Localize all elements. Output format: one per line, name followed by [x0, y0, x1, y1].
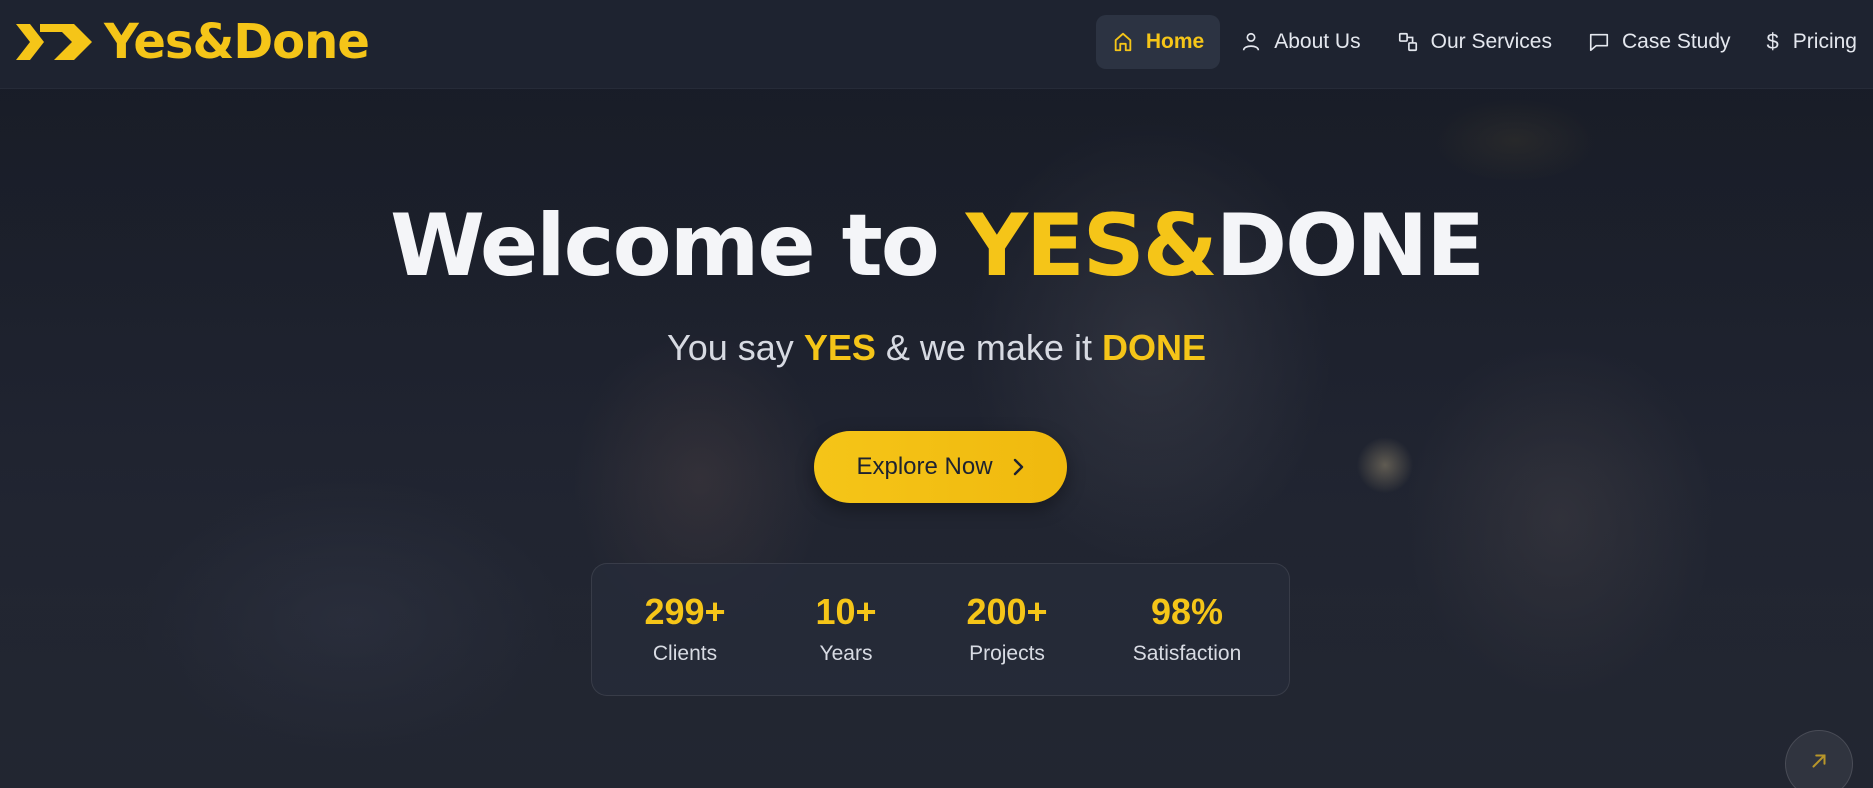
hero-subtitle: You say YES & we make it DONE [0, 324, 1873, 372]
nav-label-pricing: Pricing [1792, 30, 1857, 53]
stat-satisfaction: 98% Satisfaction [1107, 590, 1267, 666]
stat-value: 200+ [966, 591, 1048, 632]
nav-item-case-study[interactable]: Case Study [1572, 15, 1747, 69]
stat-value: 98% [1150, 591, 1224, 632]
logo-mark-icon [16, 24, 92, 60]
explore-now-label: Explore Now [856, 453, 993, 480]
home-icon [1112, 31, 1134, 53]
stat-label: Clients [652, 642, 718, 665]
stat-label: Satisfaction [1132, 642, 1242, 665]
nav-item-home[interactable]: Home [1095, 15, 1221, 69]
hero-subtitle-part-a: You say [667, 327, 794, 368]
nav-label-our-services: Our Services [1430, 30, 1552, 53]
arrow-up-right-icon [1812, 754, 1826, 768]
stat-years: 10+ Years [766, 590, 926, 666]
stat-label: Years [819, 642, 873, 665]
nav-label-about-us: About Us [1274, 30, 1361, 53]
stat-clients: 299+ Clients [605, 590, 765, 666]
nav-label-home: Home [1145, 30, 1205, 53]
hero-subtitle-done: DONE [1101, 327, 1206, 368]
dollar-icon: $ [1766, 29, 1779, 54]
nav-item-our-services[interactable]: Our Services [1381, 15, 1568, 69]
explore-now-button[interactable]: Explore Now [814, 431, 1067, 503]
navbar: Yes&Done Home About Us Our Services Case… [0, 0, 1873, 89]
nav-item-about-us[interactable]: About Us [1224, 15, 1376, 69]
stat-projects: 200+ Projects [927, 590, 1087, 666]
stat-value: 10+ [815, 591, 877, 632]
nav-item-pricing[interactable]: $ Pricing [1751, 15, 1873, 69]
nav-label-case-study: Case Study [1621, 30, 1731, 53]
hero-subtitle-yes: YES [803, 327, 876, 368]
hero-title: Welcome to YES&DONE [0, 196, 1873, 296]
stat-label: Projects [969, 642, 1045, 665]
stats-panel: 299+ Clients 10+ Years 200+ Projects 98%… [591, 563, 1290, 696]
hero-title-prefix: Welcome to [390, 196, 940, 296]
hero-subtitle-part-b: & we make it [885, 327, 1092, 368]
hero-title-suffix: DONE [1215, 196, 1485, 296]
chevron-right-icon [1013, 458, 1023, 476]
stat-value: 299+ [644, 591, 726, 632]
main-nav: Home About Us Our Services Case Study $ … [1092, 15, 1873, 69]
brand-logo[interactable]: Yes&Done [16, 14, 370, 70]
services-icon [1397, 31, 1419, 53]
brand-name: Yes&Done [104, 14, 370, 70]
message-icon [1588, 31, 1610, 53]
user-icon [1240, 31, 1262, 53]
hero-title-highlight: YES& [965, 196, 1218, 296]
